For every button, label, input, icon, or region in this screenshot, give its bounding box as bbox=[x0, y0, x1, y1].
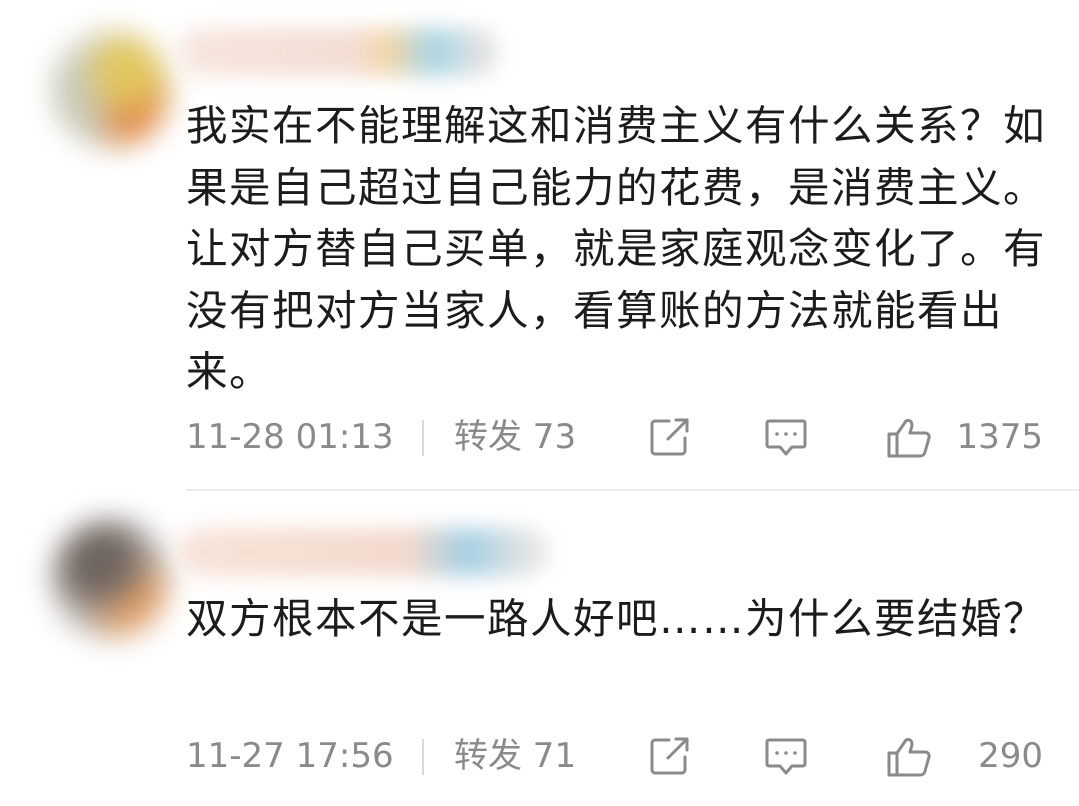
like-count: 1375 bbox=[956, 417, 1043, 457]
comment-item: 我实在不能理解这和消费主义有什么关系？如果是自己超过自己能力的花费，是消费主义。… bbox=[0, 0, 1079, 490]
comment-text: 双方根本不是一路人好吧……为什么要结婚？ bbox=[186, 594, 1047, 643]
share-icon[interactable] bbox=[649, 736, 691, 785]
comment-item: 双方根本不是一路人好吧……为什么要结婚？ 11-27 17:56 转发 71 2… bbox=[0, 490, 1079, 806]
forward-button[interactable]: 转发 73 bbox=[454, 417, 576, 457]
forward-button[interactable]: 转发 71 bbox=[454, 736, 576, 776]
username-blurred[interactable] bbox=[178, 528, 548, 576]
thumbs-up-icon[interactable] bbox=[886, 417, 932, 468]
username-blurred[interactable] bbox=[178, 28, 498, 76]
comment-meta: 11-27 17:56 转发 71 290 bbox=[186, 736, 1043, 777]
comment-text: 我实在不能理解这和消费主义有什么关系？如果是自己超过自己能力的花费，是消费主义。… bbox=[186, 101, 1047, 396]
timestamp: 11-28 01:13 bbox=[186, 417, 394, 457]
meta-separator bbox=[422, 420, 424, 456]
share-icon[interactable] bbox=[649, 417, 691, 466]
comment-icon[interactable] bbox=[764, 736, 808, 785]
like-count: 290 bbox=[978, 736, 1043, 776]
timestamp: 11-27 17:56 bbox=[186, 736, 394, 776]
comment-meta: 11-28 01:13 转发 73 1375 bbox=[186, 417, 1043, 458]
comment-icon[interactable] bbox=[764, 417, 808, 466]
thumbs-up-icon[interactable] bbox=[886, 736, 932, 787]
avatar[interactable] bbox=[52, 30, 170, 148]
meta-separator bbox=[422, 739, 424, 775]
avatar[interactable] bbox=[52, 520, 170, 638]
